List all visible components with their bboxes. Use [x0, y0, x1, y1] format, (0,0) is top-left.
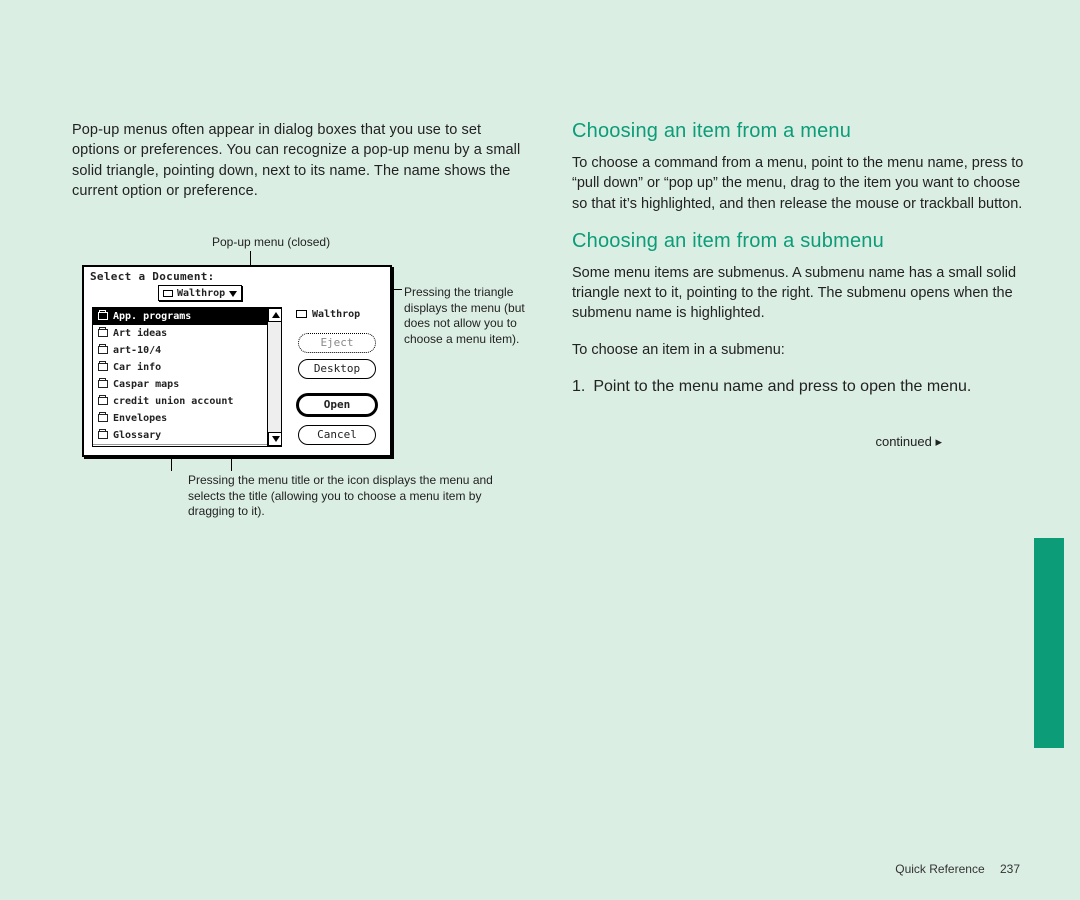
folder-icon	[98, 312, 108, 320]
document-listbox[interactable]: App. programs Art ideas art-10/4 Car inf…	[92, 307, 282, 447]
paragraph-choose-submenu: Some menu items are submenus. A submenu …	[572, 263, 1032, 324]
submenu-lead-in: To choose an item in a submenu:	[572, 340, 1032, 360]
list-item[interactable]: Car info	[93, 359, 267, 376]
cancel-button[interactable]: Cancel	[298, 425, 376, 445]
open-button[interactable]: Open	[298, 395, 376, 415]
list-item[interactable]: Caspar maps	[93, 376, 267, 393]
footer-page-number: 237	[1000, 862, 1020, 876]
list-item[interactable]: art-10/4	[93, 342, 267, 359]
footer-section: Quick Reference	[895, 862, 984, 876]
disk-icon	[296, 310, 307, 318]
folder-icon	[98, 431, 108, 439]
list-item[interactable]: Art ideas	[93, 325, 267, 342]
caption-menutitle: Pressing the menu title or the icon disp…	[188, 473, 498, 520]
page-footer: Quick Reference 237	[895, 862, 1020, 876]
triangle-down-icon	[229, 291, 237, 297]
list-item[interactable]: JH as writer	[93, 444, 267, 446]
list-item[interactable]: credit union account	[93, 393, 267, 410]
step-text: Point to the menu name and press to open…	[593, 376, 971, 398]
paragraph-choose-menu: To choose a command from a menu, point t…	[572, 153, 1032, 214]
scroll-down-icon[interactable]	[268, 432, 282, 446]
step-number: 1.	[572, 376, 585, 398]
heading-choose-menu: Choosing an item from a menu	[572, 120, 1032, 143]
folder-icon	[98, 380, 108, 388]
caption-triangle: Pressing the triangle displays the menu …	[404, 285, 534, 347]
drive-label: Walthrop	[296, 309, 360, 320]
continued-indicator: continued ▸	[572, 434, 1032, 450]
scroll-up-icon[interactable]	[268, 308, 282, 322]
folder-icon	[98, 346, 108, 354]
popup-label: Walthrop	[177, 288, 225, 299]
folder-icon	[98, 329, 108, 337]
dialog-title: Select a Document:	[84, 267, 390, 285]
desktop-button[interactable]: Desktop	[298, 359, 376, 379]
select-document-dialog: Select a Document: Walthrop App. program…	[82, 265, 392, 457]
popup-menu-closed[interactable]: Walthrop	[158, 285, 242, 301]
folder-icon	[98, 397, 108, 405]
eject-button: Eject	[298, 333, 376, 353]
popup-intro-paragraph: Pop-up menus often appear in dialog boxe…	[72, 120, 532, 201]
disk-icon	[163, 290, 173, 297]
section-tab-marker	[1034, 538, 1064, 748]
step-1: 1. Point to the menu name and press to o…	[572, 376, 1032, 398]
list-item[interactable]: Envelopes	[93, 410, 267, 427]
folder-icon	[98, 363, 108, 371]
heading-choose-submenu: Choosing an item from a submenu	[572, 230, 1032, 253]
folder-icon	[98, 414, 108, 422]
scrollbar[interactable]	[267, 308, 281, 446]
list-item[interactable]: Glossary	[93, 427, 267, 444]
list-item[interactable]: App. programs	[93, 308, 267, 325]
caption-popup-closed: Pop-up menu (closed)	[212, 235, 330, 249]
popup-menu-figure: Pop-up menu (closed) Select a Document: …	[72, 241, 532, 591]
